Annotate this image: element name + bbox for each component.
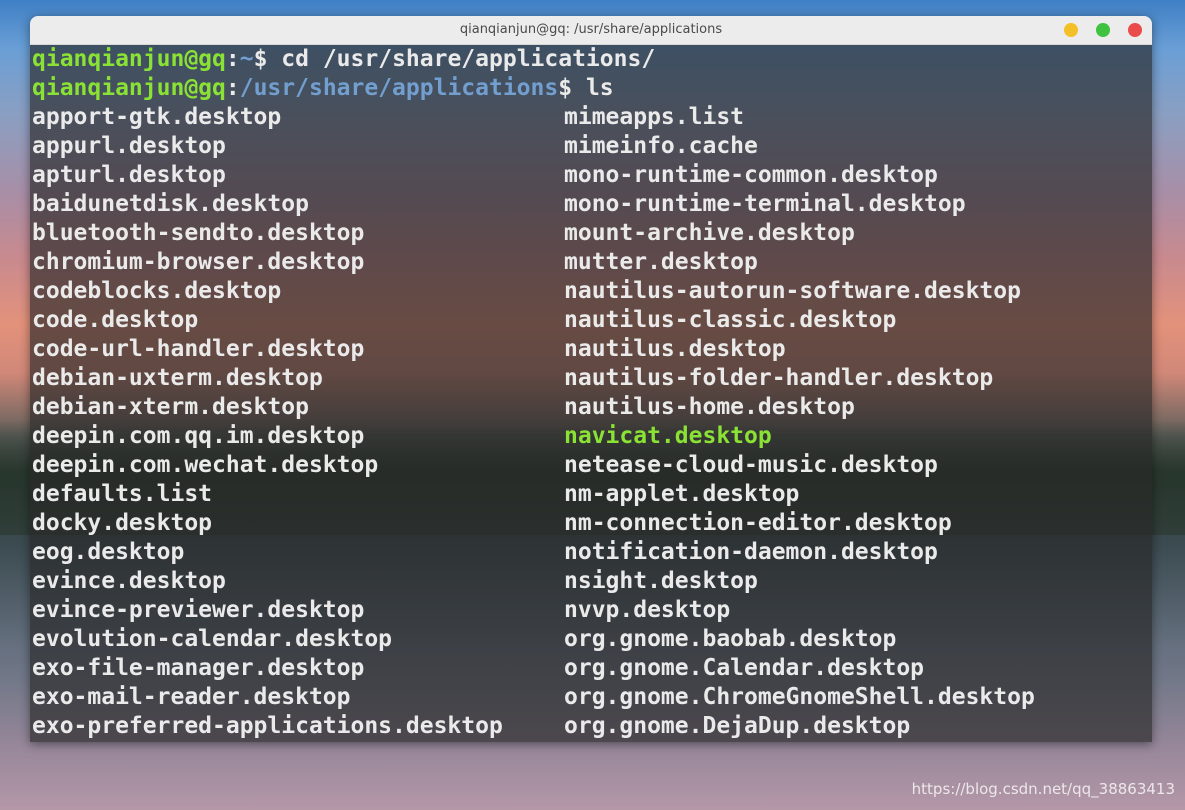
- file-entry: nautilus-home.desktop: [564, 394, 855, 420]
- file-entry: nsight.desktop: [564, 568, 758, 594]
- file-entry: baidunetdisk.desktop: [32, 191, 309, 217]
- ls-output-left-column: apport-gtk.desktop appurl.desktop apturl…: [32, 103, 503, 741]
- watermark-text: https://blog.csdn.net/qq_38863413: [911, 780, 1175, 798]
- prompt-user: qianqianjun@gq: [32, 46, 226, 72]
- file-entry: deepin.com.qq.im.desktop: [32, 423, 365, 449]
- file-entry: nvvp.desktop: [564, 597, 731, 623]
- file-entry: defaults.list: [32, 481, 213, 507]
- file-entry: deepin.com.wechat.desktop: [32, 452, 379, 478]
- file-entry: nautilus-folder-handler.desktop: [564, 365, 994, 391]
- file-entry: nautilus-autorun-software.desktop: [564, 278, 1021, 304]
- file-entry: evince-previewer.desktop: [32, 597, 365, 623]
- prompt-symbol: $: [253, 46, 282, 72]
- file-entry: apport-gtk.desktop: [32, 104, 282, 130]
- file-entry: org.gnome.Calendar.desktop: [564, 655, 925, 681]
- file-entry: org.gnome.ChromeGnomeShell.desktop: [564, 684, 1035, 710]
- file-entry: exo-preferred-applications.desktop: [32, 713, 503, 739]
- file-entry: debian-xterm.desktop: [32, 394, 309, 420]
- prompt-separator: :: [225, 75, 240, 101]
- prompt-separator: :: [225, 46, 240, 72]
- file-entry: mimeapps.list: [564, 104, 745, 130]
- file-entry-executable: navicat.desktop: [564, 423, 772, 449]
- file-entry: evince.desktop: [32, 568, 226, 594]
- file-entry: docky.desktop: [32, 510, 213, 536]
- file-entry: apturl.desktop: [32, 162, 226, 188]
- file-entry: nautilus-classic.desktop: [564, 307, 897, 333]
- file-entry: mimeinfo.cache: [564, 133, 758, 159]
- window-title: qianqianjun@gq: /usr/share/applications: [459, 22, 723, 37]
- command-text: ls: [585, 75, 614, 101]
- title-bar[interactable]: qianqianjun@gq: /usr/share/applications: [30, 16, 1152, 45]
- terminal-output[interactable]: qianqianjun@gq:~$ cd /usr/share/applicat…: [30, 45, 1152, 742]
- file-entry: debian-uxterm.desktop: [32, 365, 323, 391]
- file-entry: eog.desktop: [32, 539, 185, 565]
- file-entry: code-url-handler.desktop: [32, 336, 365, 362]
- command-line: qianqianjun@gq:/usr/share/applications$ …: [32, 74, 614, 103]
- file-entry: nm-connection-editor.desktop: [564, 510, 952, 536]
- file-entry: mono-runtime-terminal.desktop: [564, 191, 966, 217]
- file-entry: netease-cloud-music.desktop: [564, 452, 938, 478]
- command-line: qianqianjun@gq:~$ cd /usr/share/applicat…: [32, 45, 655, 74]
- file-entry: code.desktop: [32, 307, 199, 333]
- maximize-icon[interactable]: [1096, 23, 1110, 37]
- prompt-symbol: $: [558, 75, 586, 101]
- close-icon[interactable]: [1128, 23, 1142, 37]
- file-entry: evolution-calendar.desktop: [32, 626, 393, 652]
- file-entry: chromium-browser.desktop: [32, 249, 365, 275]
- file-entry: codeblocks.desktop: [32, 278, 282, 304]
- ls-output-right-column: mimeapps.list mimeinfo.cache mono-runtim…: [564, 103, 1035, 741]
- prompt-user: qianqianjun@gq: [32, 75, 226, 101]
- file-entry: bluetooth-sendto.desktop: [32, 220, 365, 246]
- file-entry: nm-applet.desktop: [564, 481, 800, 507]
- file-entry: org.gnome.DejaDup.desktop: [564, 713, 911, 739]
- file-entry: exo-file-manager.desktop: [32, 655, 365, 681]
- command-text: cd /usr/share/applications/: [281, 46, 656, 72]
- file-entry: exo-mail-reader.desktop: [32, 684, 351, 710]
- window-controls: [1064, 23, 1142, 37]
- prompt-path: ~: [239, 46, 254, 72]
- file-entry: appurl.desktop: [32, 133, 226, 159]
- file-entry: mutter.desktop: [564, 249, 758, 275]
- terminal-window[interactable]: qianqianjun@gq: /usr/share/applications …: [30, 16, 1152, 742]
- file-entry: org.gnome.baobab.desktop: [564, 626, 897, 652]
- file-entry: notification-daemon.desktop: [564, 539, 938, 565]
- minimize-icon[interactable]: [1064, 23, 1078, 37]
- prompt-path: /usr/share/applications: [239, 75, 559, 101]
- file-entry: mount-archive.desktop: [564, 220, 855, 246]
- file-entry: nautilus.desktop: [564, 336, 786, 362]
- file-entry: mono-runtime-common.desktop: [564, 162, 938, 188]
